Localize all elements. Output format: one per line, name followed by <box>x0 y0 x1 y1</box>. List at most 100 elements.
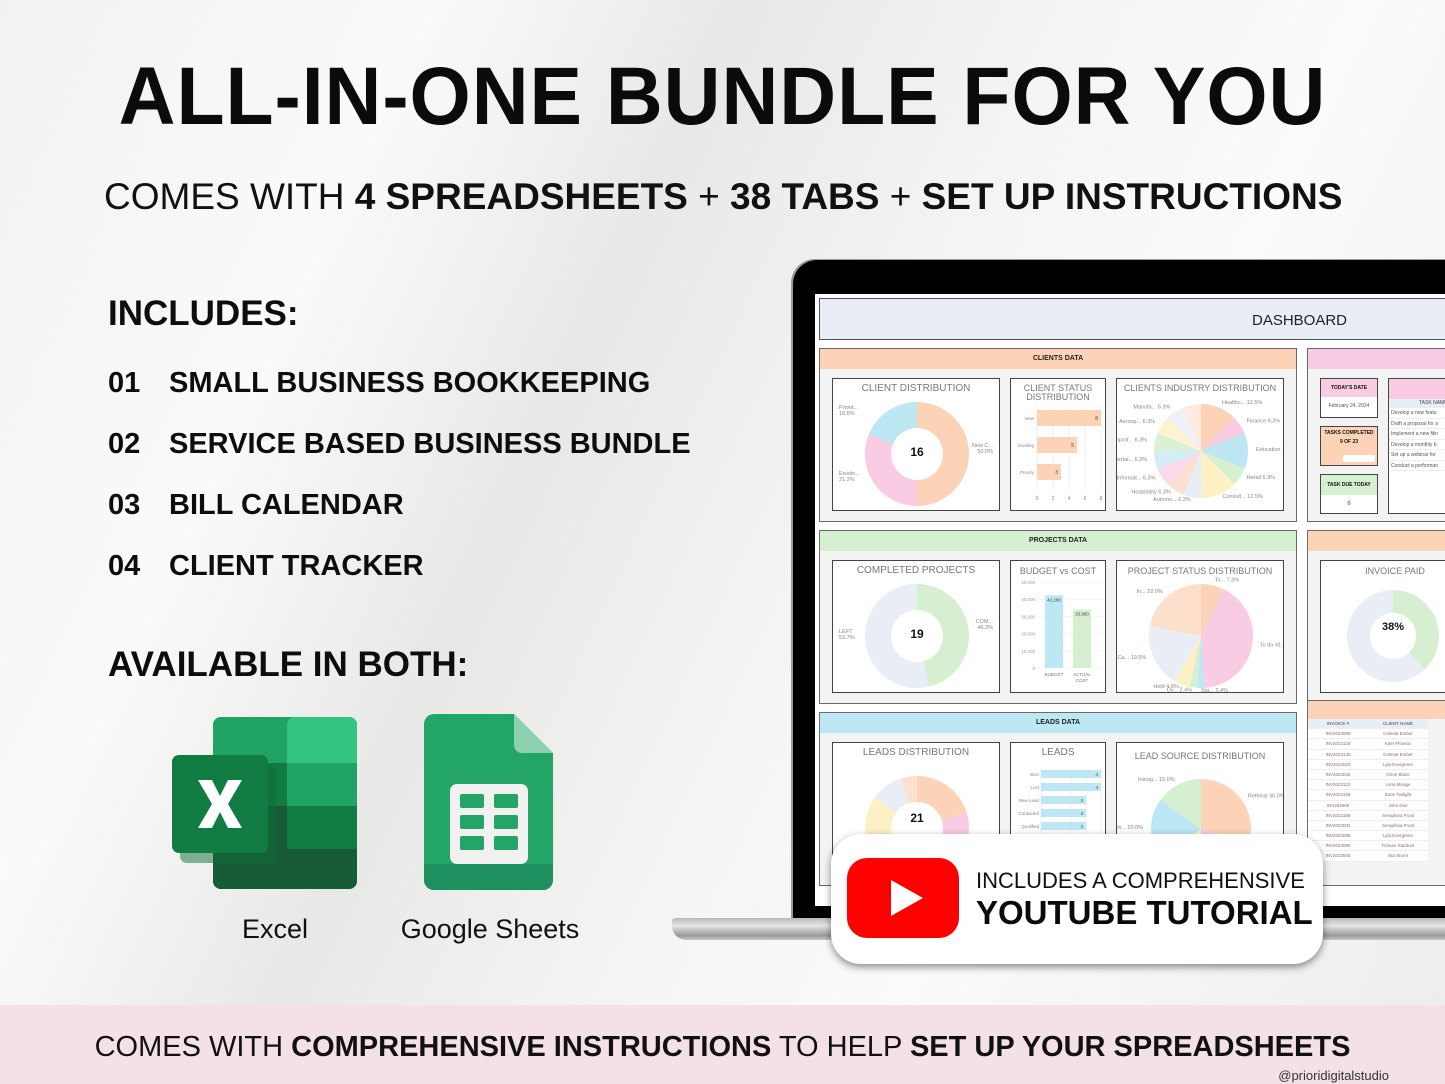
slice-label: Manufa... 6.3% <box>1133 405 1170 411</box>
table-row: INV2023130 Celeste Ember <box>1308 750 1428 760</box>
slice-label: Education 12.5% <box>1256 447 1284 453</box>
include-item: 03 BILL CALENDAR <box>108 489 404 522</box>
tasks-section: TODAY'S DATE February 24, 2024 TASKS COM… <box>1307 348 1445 522</box>
tick-label: 4 <box>1068 496 1071 502</box>
bar-label: ACTUAL <box>1073 672 1091 677</box>
table-cell: Finnian Stardust <box>1381 843 1415 849</box>
slice-label: Referral 30.0% <box>1248 793 1284 799</box>
projects-section: PROJECTS DATA COMPLETED PROJECTS LEFT 53.… <box>819 530 1297 704</box>
invoice-table-header: INVOICE # CLIENT NAME <box>1308 719 1428 730</box>
task-row: Develop a new featu <box>1389 408 1445 419</box>
google-sheets-icon <box>424 714 554 890</box>
slice-label: Retail 6.3% <box>1247 475 1275 481</box>
bar-label: New <box>1025 416 1035 421</box>
bar-label: Contacted <box>1018 811 1039 816</box>
tasks-progress-fill <box>1323 455 1344 462</box>
include-label: SERVICE BASED BUSINESS BUNDLE <box>169 428 691 460</box>
subtitle-spreadsheets: 4 SPREADSHEETS <box>354 176 688 217</box>
slice-label: Nonprof... 6.3% <box>1117 437 1147 443</box>
table-row: INV284565 John Doe <box>1308 801 1428 811</box>
includes-heading: INCLUDES: <box>108 294 299 333</box>
card-title: CLIENT DISTRIBUTION <box>861 383 971 394</box>
laptop-screen: DASHBOARD CLIENTS DATA CLIENT DISTRIBUTI… <box>815 294 1445 906</box>
google-sheets-label: Google Sheets <box>400 914 580 944</box>
slice-label: Consult... 12.5% <box>1222 494 1262 500</box>
todays-date-card: TODAY'S DATE February 24, 2024 <box>1320 378 1378 418</box>
availability-heading: AVAILABLE IN BOTH: <box>108 645 469 684</box>
todays-date-value: February 24, 2024 <box>1328 403 1370 409</box>
leads-section-header: LEADS DATA <box>820 713 1296 733</box>
table-row: INV2023123 Luna Mirage <box>1308 780 1428 791</box>
table-row: INV2023134 Kael Phoenix <box>1308 739 1428 750</box>
excel-icon <box>170 715 360 891</box>
table-row: INV2023089 Celeste Ember <box>1308 729 1428 740</box>
bar <box>1073 609 1091 668</box>
card-title: CLIENT STATUS DISTRIBUTION <box>1023 383 1093 402</box>
slice-label: Aerosp... 6.3% <box>1119 419 1155 425</box>
task-due-value: 6 <box>1347 501 1351 507</box>
subtitle-instructions: SET UP INSTRUCTIONS <box>921 176 1343 217</box>
slice-label: Finance 6.3% <box>1247 419 1281 425</box>
bar-label: COST <box>1076 678 1089 683</box>
client-distribution-card: CLIENT DISTRIBUTION Priorit... 18.8% Exis… <box>832 378 1000 511</box>
table-cell: INV2023189 <box>1325 812 1351 818</box>
table-cell: INV2023134 <box>1325 741 1351 747</box>
bar <box>1041 783 1101 791</box>
slice-label: Entertai... 6.3% <box>1117 457 1147 463</box>
budget-card: BUDGET vs COST 50,000 40,000 30,000 20,000 1… <box>1010 560 1106 693</box>
card-title: COMPLETED PROJECTS <box>856 565 976 576</box>
invoice-section-header <box>1308 531 1445 551</box>
table-row: INV2023023 Lyla Evergreen <box>1308 760 1428 770</box>
task-row: Set up a webinar for <box>1389 450 1445 461</box>
tasks-completed-label: TASKS COMPLETED <box>1324 430 1374 436</box>
task-row: Develop a monthly b <box>1389 440 1445 450</box>
subtitle: COMES WITH 4 SPREADSHEETS + 38 TABS + SE… <box>104 176 1342 218</box>
tick-label: 0 <box>1032 666 1035 671</box>
footer-text-bold: COMPREHENSIVE INSTRUCTIONS <box>291 1031 772 1063</box>
include-item: 01 SMALL BUSINESS BOOKKEEPING <box>108 367 650 400</box>
bar <box>1041 822 1086 830</box>
tick-label: 20,000 <box>1021 632 1035 637</box>
table-cell: INV2023056 <box>1325 833 1351 839</box>
card-title: PROJECT STATUS DISTRIBUTION <box>1127 566 1273 576</box>
youtube-badge-line1: INCLUDES A COMPREHENSIVE <box>976 868 1305 893</box>
bar-value: 33,980 <box>1075 612 1089 617</box>
industry-card: CLIENTS INDUSTRY DISTRIBUTION Healthc...… <box>1116 378 1284 511</box>
bar-label: Lost <box>1030 785 1039 790</box>
table-cell: INV2023123 <box>1325 782 1351 788</box>
main-headline: ALL-IN-ONE BUNDLE FOR YOU <box>118 51 1327 142</box>
clients-section: CLIENTS DATA CLIENT DISTRIBUTION Priorit… <box>819 348 1297 522</box>
excel-label: Excel <box>241 914 309 944</box>
youtube-tutorial-badge[interactable]: INCLUDES A COMPREHENSIVE YOUTUBE TUTORIA… <box>831 834 1323 964</box>
table-cell: Isla Storm <box>1387 853 1409 859</box>
task-list-card: TASK NAME Develop a new featu Draft a pr… <box>1388 378 1445 514</box>
table-cell: INV284565 <box>1326 802 1350 808</box>
include-item: 04 CLIENT TRACKER <box>108 550 424 583</box>
tasks-section-header <box>1308 349 1445 369</box>
subtitle-tabs: 38 TABS <box>730 176 880 217</box>
footer-text-part: TO HELP <box>771 1031 910 1063</box>
table-cell: INV2023034 <box>1325 822 1351 828</box>
table-cell: INV2023130 <box>1325 751 1351 757</box>
table-row: INV2023056 Lyla Evergreen <box>1308 831 1428 842</box>
youtube-badge-line2: YOUTUBE TUTORIAL <box>976 894 1313 931</box>
donut-center-value: 19 <box>910 627 924 641</box>
include-number: 04 <box>108 550 141 582</box>
tick-label: 2 <box>1052 496 1055 502</box>
client-status-chart: 0 2 4 6 8 New 8 Existing 5 Priority 3 <box>1018 404 1103 502</box>
bar <box>1041 796 1086 804</box>
slice-label: To... 7.3% <box>1215 577 1240 583</box>
task-name-header: TASK NAME <box>1389 399 1445 408</box>
table-row: INV2023156 Zane Twilight <box>1308 790 1428 801</box>
table-row: INV2023189 Seraphina Frost <box>1308 811 1428 821</box>
slice-label: To do 41.5% <box>1260 643 1284 649</box>
bar-value: 5 <box>1071 443 1074 449</box>
slice-label: Hospitality 6.3% <box>1131 490 1171 496</box>
tick-label: 8 <box>1100 496 1103 502</box>
tick-label: 40,000 <box>1021 597 1035 602</box>
bar-label: Won <box>1030 772 1040 777</box>
invoice-paid-card: INVOICE PAID 38% <box>1320 560 1445 693</box>
card-title: LEADS <box>1041 747 1075 758</box>
include-label: CLIENT TRACKER <box>169 550 424 582</box>
table-cell: Celeste Ember <box>1383 731 1413 737</box>
